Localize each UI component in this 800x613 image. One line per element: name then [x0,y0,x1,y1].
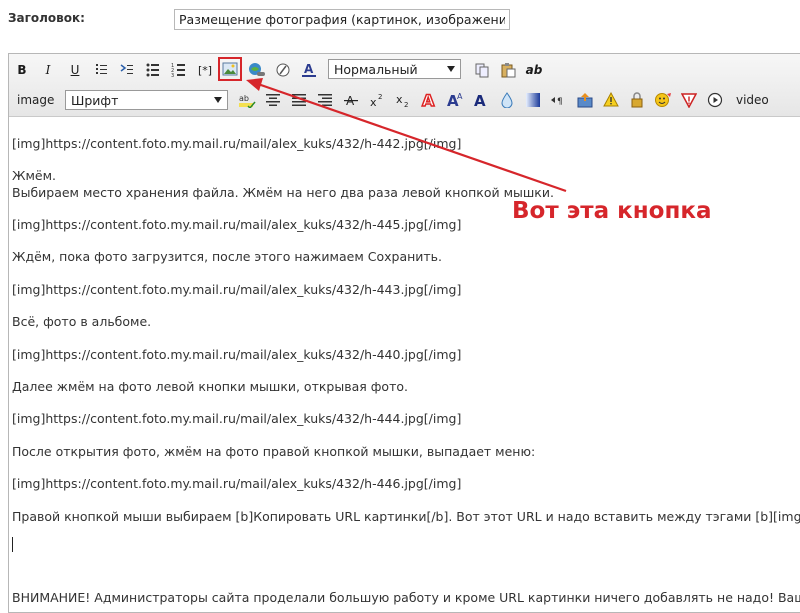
video-button[interactable]: video [736,93,769,107]
svg-text:3: 3 [171,73,174,78]
copy-icon[interactable] [471,59,493,81]
highlight-box [218,57,242,81]
italic-button[interactable]: I [37,59,59,81]
font-size-icon[interactable]: AA [444,89,466,111]
font-select-value: Шрифт [71,92,119,108]
superscript-icon[interactable]: x2 [366,89,388,111]
content-line: [img]https://content.foto.my.mail.ru/mai… [12,476,462,492]
chevron-down-icon [447,66,455,72]
svg-text:¶: ¶ [557,97,563,107]
align-justify-icon[interactable] [288,89,310,111]
bullet-list-icon[interactable] [142,59,164,81]
content-line: [img]https://content.foto.my.mail.ru/mai… [12,136,462,151]
svg-text:A: A [304,62,314,76]
ltr-direction-icon[interactable]: ¶ [548,89,570,111]
gradient-icon[interactable] [522,89,544,111]
svg-text:x: x [370,96,377,108]
image-button[interactable]: image [17,93,54,107]
content-line: ВНИМАНИЕ! Администраторы сайта проделали… [12,589,800,605]
upload-icon[interactable] [574,89,596,111]
align-center-icon[interactable] [262,89,284,111]
text-highlight-icon[interactable]: A [470,89,492,111]
content-line: Ждём, пока фото загрузится, после этого … [12,249,443,265]
svg-text:x: x [396,93,403,106]
content-line: [img]https://content.foto.my.mail.ru/mai… [12,411,462,427]
format-select[interactable]: Нормальный [328,59,461,79]
content-line: [img]https://content.foto.my.mail.ru/mai… [12,346,462,362]
spellcheck-icon[interactable]: ab [236,89,258,111]
svg-text:2: 2 [378,93,382,101]
svg-text:A: A [422,91,435,109]
lock-icon[interactable] [626,89,648,111]
indent-icon[interactable] [90,59,112,81]
chevron-down-icon [214,97,222,103]
code-button[interactable]: [*] [194,59,216,81]
underline-button[interactable]: U [64,59,86,81]
outdent-icon[interactable] [116,59,138,81]
svg-text:2: 2 [404,101,408,108]
content-line: Далее жмём на фото левой кнопки мышки, о… [12,379,408,395]
water-drop-icon[interactable] [496,89,518,111]
header-row: Заголовок: [0,0,800,40]
subscript-icon[interactable]: x2 [392,89,414,111]
content-line: Всё, фото в альбоме. [12,314,152,330]
text-color-icon[interactable]: A [298,59,320,81]
font-select[interactable]: Шрифт [65,90,228,110]
content-line: Правой кнопкой мыши выбираем [b]Копирова… [12,508,800,524]
paste-text-button[interactable]: ab [523,59,545,81]
paste-icon[interactable] [497,59,519,81]
bold-button[interactable]: B [11,59,33,81]
svg-text:ab: ab [239,94,249,103]
text-cursor [12,537,13,552]
svg-text:A: A [457,92,463,101]
play-icon[interactable] [704,89,726,111]
content-line: [img]https://content.foto.my.mail.ru/mai… [12,281,462,297]
anchor-icon[interactable] [272,59,294,81]
text-shadow-red-icon[interactable]: A [418,89,440,111]
svg-text:A: A [474,92,486,109]
align-right-icon[interactable] [314,89,336,111]
content-line: Жмём. [12,168,56,184]
spoiler-icon[interactable] [678,89,700,111]
title-input[interactable] [174,9,510,30]
title-label: Заголовок: [8,11,85,25]
annotation-label: Вот эта кнопка [512,198,712,224]
content-line: После открытия фото, жмём на фото правой… [12,443,536,459]
link-icon[interactable] [246,59,268,81]
warning-icon[interactable] [600,89,622,111]
strikethrough-icon[interactable]: A [340,89,362,111]
numbered-list-icon[interactable]: 123 [168,59,190,81]
format-select-value: Нормальный [334,61,418,77]
smiley-icon[interactable] [652,89,674,111]
